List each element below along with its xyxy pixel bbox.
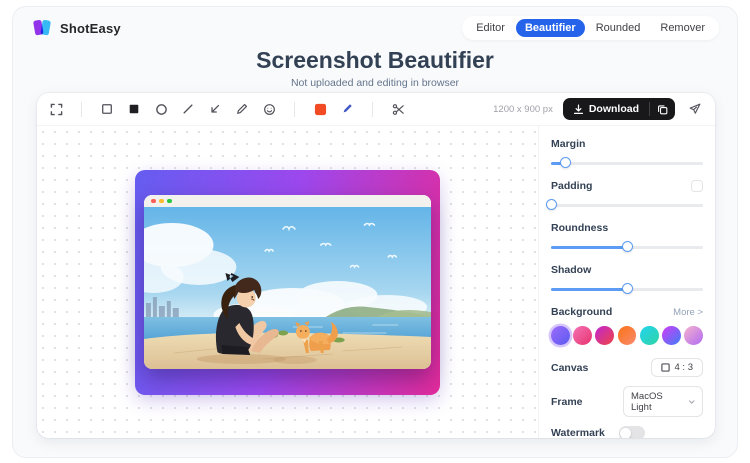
main-nav: Editor Beautifier Rounded Remover (462, 16, 719, 40)
editor-panel: 1200 x 900 px Download (37, 93, 715, 438)
watermark-label: Watermark (551, 427, 605, 438)
background-label: Background (551, 306, 612, 318)
shoteasy-logo-icon (31, 18, 53, 38)
copy-button[interactable] (650, 98, 675, 120)
background-gradient-card[interactable] (135, 170, 440, 395)
arrow-tool-icon[interactable] (206, 100, 224, 118)
download-label: Download (589, 103, 639, 115)
fullscreen-icon[interactable] (47, 100, 65, 118)
header: ShotEasy Editor Beautifier Rounded Remov… (13, 7, 737, 42)
ratio-square-icon (661, 363, 670, 372)
bg-swatch-cyan-teal[interactable] (640, 326, 659, 345)
line-tool-icon[interactable] (179, 100, 197, 118)
canvas-ratio-button[interactable]: 4 : 3 (651, 358, 704, 377)
page-title: Screenshot Beautifier (13, 47, 737, 74)
bg-swatch-pastel-pink-purple[interactable] (684, 326, 703, 345)
bg-swatch-pink-rose[interactable] (573, 326, 592, 345)
window-titlebar (144, 195, 431, 207)
screenshot-image (144, 207, 431, 369)
crop-scissors-icon[interactable] (389, 100, 407, 118)
bg-swatch-fuchsia-blue[interactable] (662, 326, 681, 345)
brand-name: ShotEasy (60, 21, 121, 36)
roundness-slider-handle[interactable] (622, 241, 633, 252)
frame-label: Frame (551, 396, 583, 408)
workarea: Margin Padding Roundness Shadow (37, 126, 715, 438)
hero: Screenshot Beautifier Not uploaded and e… (13, 47, 737, 89)
background-swatches (551, 326, 703, 345)
canvas-label: Canvas (551, 362, 588, 374)
frame-select-value: MacOS Light (631, 391, 682, 413)
app-container: ShotEasy Editor Beautifier Rounded Remov… (12, 6, 738, 458)
toolbar-divider (81, 102, 82, 117)
margin-slider-handle[interactable] (560, 157, 571, 168)
shadow-label: Shadow (551, 264, 703, 276)
nav-item-rounded[interactable]: Rounded (587, 19, 650, 37)
frame-select[interactable]: MacOS Light (623, 386, 703, 417)
settings-sidebar: Margin Padding Roundness Shadow (538, 126, 715, 438)
send-icon (688, 102, 702, 116)
filled-rectangle-tool-icon[interactable] (125, 100, 143, 118)
zoom-traffic-light (167, 199, 172, 204)
shadow-slider-handle[interactable] (622, 283, 633, 294)
shadow-slider[interactable] (551, 283, 703, 295)
watermark-toggle[interactable] (619, 426, 645, 438)
share-button[interactable] (685, 99, 705, 119)
bg-swatch-magenta-red[interactable] (595, 326, 614, 345)
watermark-toggle-knob (620, 428, 631, 439)
download-button-group: Download (563, 98, 675, 120)
roundness-slider[interactable] (551, 241, 703, 253)
beach-illustration (144, 207, 431, 369)
macos-window-frame (144, 195, 431, 369)
copy-icon (657, 104, 668, 115)
toolbar: 1200 x 900 px Download (37, 93, 715, 126)
ellipse-tool-icon[interactable] (152, 100, 170, 118)
rectangle-tool-icon[interactable] (98, 100, 116, 118)
close-traffic-light (151, 199, 156, 204)
canvas-size-label: 1200 x 900 px (493, 104, 553, 115)
download-button[interactable]: Download (563, 98, 649, 120)
roundness-label: Roundness (551, 222, 703, 234)
padding-label: Padding (551, 180, 592, 192)
pen-tool-icon[interactable] (233, 100, 251, 118)
chevron-down-icon (688, 398, 695, 406)
toolbar-right: 1200 x 900 px Download (493, 98, 705, 120)
bg-swatch-violet-indigo[interactable] (551, 326, 570, 345)
toolbar-divider (372, 102, 373, 117)
brush-icon[interactable] (338, 100, 356, 118)
toolbar-divider (294, 102, 295, 117)
background-more-link[interactable]: More > (673, 307, 703, 318)
nav-item-editor[interactable]: Editor (467, 19, 514, 37)
canvas-area[interactable] (37, 126, 538, 438)
page-subtitle: Not uploaded and editing in browser (13, 77, 737, 89)
annotation-color-swatch[interactable] (311, 100, 329, 118)
padding-slider[interactable] (551, 199, 703, 211)
download-icon (573, 104, 584, 115)
brand[interactable]: ShotEasy (31, 18, 121, 38)
emoji-tool-icon[interactable] (260, 100, 278, 118)
padding-checkbox[interactable] (691, 180, 703, 192)
padding-slider-handle[interactable] (546, 199, 557, 210)
nav-item-beautifier[interactable]: Beautifier (516, 19, 585, 37)
nav-item-remover[interactable]: Remover (651, 19, 714, 37)
minimize-traffic-light (159, 199, 164, 204)
margin-slider[interactable] (551, 157, 703, 169)
canvas-ratio-value: 4 : 3 (675, 362, 694, 373)
bg-swatch-orange-salmon[interactable] (618, 326, 637, 345)
margin-label: Margin (551, 138, 703, 150)
